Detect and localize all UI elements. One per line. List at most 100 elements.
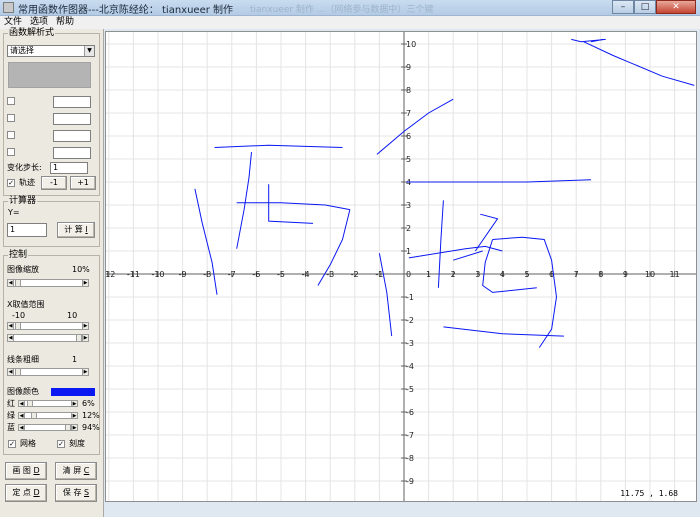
y-tick-label: -3	[406, 339, 414, 348]
y-tick-label: 6	[406, 132, 411, 141]
param-input-1[interactable]	[53, 96, 91, 108]
tick-checkbox[interactable]: ✓	[57, 440, 65, 448]
zoom-thumb[interactable]	[15, 279, 21, 287]
title-ghost-text: tianxueer 制作 ...（网络参与数据中）三个键	[250, 5, 434, 15]
x-tick-label: 10	[645, 270, 655, 279]
app-icon	[3, 2, 14, 13]
drawn-stroke	[443, 326, 564, 337]
y-tick-label: 7	[406, 109, 411, 118]
cursor-coordinates: 11.75 , 1.68	[620, 489, 678, 498]
x-input[interactable]: 1	[7, 223, 47, 237]
step-plus-button[interactable]: +1	[70, 176, 96, 190]
arrow-right-icon[interactable]: ▶	[71, 412, 78, 419]
arrow-right-icon[interactable]: ▶	[82, 334, 89, 342]
x-tick-label: 9	[623, 270, 628, 279]
arrow-left-icon[interactable]: ◀	[7, 368, 14, 376]
point-button[interactable]: 定 点 D	[5, 484, 47, 502]
arrow-left-icon[interactable]: ◀	[7, 334, 14, 342]
save-button-label: 保 存	[62, 488, 82, 497]
x-tick-label: 5	[524, 270, 529, 279]
step-input[interactable]: 1	[50, 162, 88, 174]
xmin-thumb[interactable]	[15, 322, 21, 330]
arrow-left-icon[interactable]: ◀	[7, 322, 14, 330]
x-tick-label: -7	[228, 270, 236, 279]
y-tick-label: -2	[406, 316, 414, 325]
param-checkbox-2[interactable]	[7, 114, 15, 122]
y-tick-label: 3	[406, 201, 411, 210]
x-tick-label: -8	[203, 270, 211, 279]
calculate-button[interactable]: 计 算 I	[57, 222, 95, 238]
plot-canvas[interactable]: -12-11-10-9-8-7-6-5-4-3-2-11234567891011…	[105, 31, 697, 502]
linewidth-thumb[interactable]	[15, 368, 21, 376]
green-value: 12%	[82, 411, 100, 420]
linewidth-slider[interactable]: ◀ ▶	[7, 368, 89, 376]
calculator-group-title: 计算器	[8, 196, 38, 206]
param-row-3	[7, 130, 95, 142]
x-tick-label: -3	[326, 270, 334, 279]
drawn-stroke	[236, 202, 350, 211]
arrow-left-icon[interactable]: ◀	[7, 279, 14, 287]
y-tick-label: 10	[406, 40, 416, 49]
y-tick-label: 5	[406, 155, 411, 164]
point-button-label: 定 点	[12, 488, 31, 497]
arrow-left-icon[interactable]: ◀	[18, 412, 25, 419]
xmax-slider[interactable]: ◀ ▶	[7, 334, 89, 342]
param-input-2[interactable]	[53, 113, 91, 125]
param-input-3[interactable]	[53, 130, 91, 142]
calculator-group: 计算器 Y= 1 计 算 I	[3, 196, 100, 247]
trace-checkbox[interactable]: ✓	[7, 179, 15, 187]
coordinate-plane[interactable]: -12-11-10-9-8-7-6-5-4-3-2-11234567891011…	[106, 32, 696, 501]
x-tick-label: -11	[127, 270, 140, 279]
draw-button[interactable]: 画 图 D	[5, 462, 47, 480]
red-slider[interactable]: ◀ ▶	[18, 400, 78, 407]
blue-slider[interactable]: ◀ ▶	[18, 424, 78, 431]
function-select[interactable]: 请选择 ▼	[7, 45, 95, 57]
title-bar[interactable]: 常用函数作图器---北京陈经纶： tianxueer 制作 tianxueer …	[0, 0, 700, 16]
linewidth-value: 1	[72, 355, 78, 364]
x-tick-label: 11	[670, 270, 680, 279]
arrow-left-icon[interactable]: ◀	[18, 424, 25, 431]
drawn-stroke	[474, 213, 499, 252]
minimize-button[interactable]: –	[612, 0, 634, 14]
color-label: 图像颜色	[7, 387, 39, 396]
x-tick-label: 7	[574, 270, 579, 279]
y-tick-label: -9	[406, 477, 414, 486]
x-tick-label: -6	[252, 270, 260, 279]
draw-hotkey: D	[33, 466, 40, 475]
clear-hotkey: C	[83, 466, 90, 475]
control-group-title: 控制	[8, 250, 29, 260]
arrow-right-icon[interactable]: ▶	[82, 279, 89, 287]
arrow-right-icon[interactable]: ▶	[71, 424, 78, 431]
x-tick-label: -2	[351, 270, 359, 279]
arrow-right-icon[interactable]: ▶	[71, 400, 78, 407]
close-button[interactable]: ✕	[656, 0, 696, 14]
green-label: 绿	[7, 411, 15, 420]
step-minus-button[interactable]: -1	[41, 176, 67, 190]
param-input-4[interactable]	[53, 147, 91, 159]
maximize-button[interactable]: □	[634, 0, 656, 14]
x-tick-label: -1	[375, 270, 383, 279]
grid-checkbox[interactable]: ✓	[8, 440, 16, 448]
xmax-value: 10	[67, 311, 78, 320]
red-thumb[interactable]	[27, 400, 33, 407]
param-checkbox-4[interactable]	[7, 148, 15, 156]
xmin-slider[interactable]: ◀ ▶	[7, 322, 89, 330]
zoom-slider[interactable]: ◀ ▶	[7, 279, 89, 287]
arrow-left-icon[interactable]: ◀	[18, 400, 25, 407]
green-thumb[interactable]	[31, 412, 37, 419]
param-checkbox-3[interactable]	[7, 131, 15, 139]
control-group: 控制 图像缩放 10% ◀ ▶ X取值范围 -10 10 ◀ ▶ ◀ ▶ 线条粗…	[3, 250, 100, 455]
save-button[interactable]: 保 存 S	[55, 484, 97, 502]
red-label: 红	[7, 399, 15, 408]
param-checkbox-1[interactable]	[7, 97, 15, 105]
arrow-right-icon[interactable]: ▶	[82, 322, 89, 330]
linewidth-label: 线条粗细	[7, 355, 39, 364]
y-tick-label: 8	[406, 86, 411, 95]
drawn-stroke	[437, 200, 444, 288]
green-slider[interactable]: ◀ ▶	[18, 412, 78, 419]
x-tick-label: 3	[475, 270, 480, 279]
arrow-right-icon[interactable]: ▶	[82, 368, 89, 376]
chevron-down-icon[interactable]: ▼	[84, 46, 94, 56]
menu-help[interactable]: 帮助	[52, 16, 78, 29]
clear-button[interactable]: 清 屏 C	[55, 462, 97, 480]
